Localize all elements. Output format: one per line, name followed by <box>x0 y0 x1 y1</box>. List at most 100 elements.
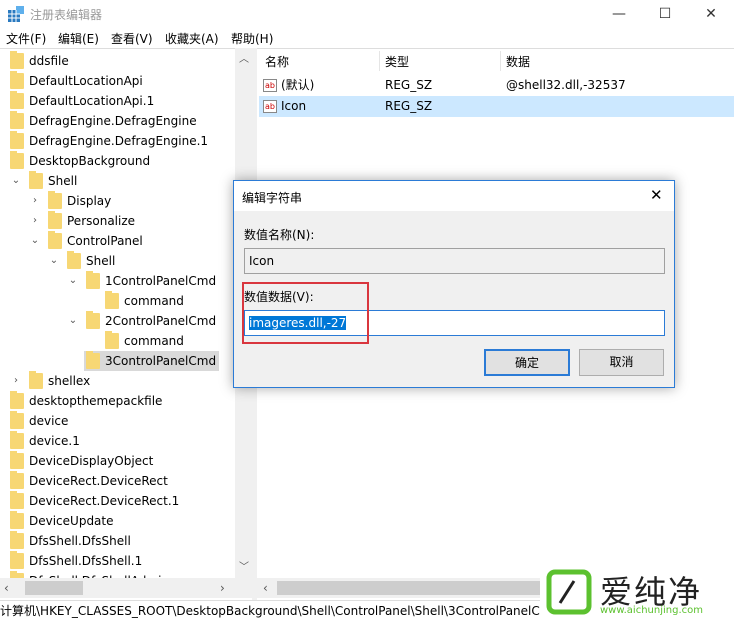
tree-item[interactable]: DeviceUpdate <box>8 511 117 531</box>
tree-item[interactable]: ddsfile <box>8 51 72 71</box>
tree-item-label: DfsShell.DfsShell.1 <box>29 554 143 568</box>
tree-item-label: 3ControlPanelCmd <box>105 354 217 368</box>
tree-item[interactable]: device.1 <box>8 431 83 451</box>
folder-icon <box>10 471 24 489</box>
watermark-logo-icon <box>546 569 592 615</box>
tree-item[interactable]: DefaultLocationApi.1 <box>8 91 157 111</box>
tree-item[interactable]: DfsShell.DfsShellAdmin <box>8 571 172 578</box>
maximize-button[interactable]: ☐ <box>642 0 688 28</box>
folder-icon <box>86 311 100 329</box>
scroll-up-icon[interactable]: ︿ <box>239 50 249 65</box>
tree-item-label: 2ControlPanelCmd <box>105 314 217 328</box>
folder-icon <box>29 171 43 189</box>
value-name-field[interactable]: Icon <box>244 248 665 274</box>
folder-icon <box>48 231 62 249</box>
menu-help[interactable]: 帮助(H) <box>231 30 273 47</box>
folder-icon <box>10 151 24 169</box>
column-header-data[interactable]: 数据 <box>506 52 530 72</box>
collapse-arrow-icon[interactable]: › <box>30 211 40 231</box>
menu-file[interactable]: 文件(F) <box>6 30 46 47</box>
tree-item-label: DefaultLocationApi <box>29 74 143 88</box>
tree-item[interactable]: ⌄ 1ControlPanelCmd <box>69 271 219 291</box>
folder-icon <box>10 411 24 429</box>
ok-button[interactable]: 确定 <box>484 349 570 376</box>
expand-arrow-icon[interactable]: ⌄ <box>30 231 40 251</box>
expand-arrow-icon[interactable]: ⌄ <box>11 171 21 191</box>
folder-icon <box>105 331 119 349</box>
value-row-selected[interactable]: ab Icon REG_SZ <box>259 96 734 117</box>
scroll-thumb[interactable] <box>25 581 83 595</box>
tree-item[interactable]: DefaultLocationApi <box>8 71 146 91</box>
tree-item-label: desktopthemepackfile <box>29 394 163 408</box>
tree-horizontal-scrollbar[interactable]: ‹ › <box>0 578 252 598</box>
tree-item[interactable]: DeviceDisplayObject <box>8 451 156 471</box>
expand-arrow-icon[interactable]: ⌄ <box>68 311 78 331</box>
tree-item-label: 1ControlPanelCmd <box>105 274 217 288</box>
scroll-left-icon[interactable]: ‹ <box>4 581 9 595</box>
folder-icon <box>29 371 43 389</box>
title-bar: 注册表编辑器 — ☐ ✕ <box>0 0 734 28</box>
expand-arrow-icon[interactable]: ⌄ <box>49 251 59 271</box>
folder-icon <box>10 131 24 149</box>
dialog-close-icon[interactable]: ✕ <box>650 186 663 204</box>
folder-icon <box>10 431 24 449</box>
tree-item[interactable]: › shellex <box>14 371 93 391</box>
close-button[interactable]: ✕ <box>688 0 734 28</box>
tree-item[interactable]: DefragEngine.DefragEngine.1 <box>8 131 211 151</box>
tree-item[interactable]: DeviceRect.DeviceRect.1 <box>8 491 182 511</box>
tree-item-label: DeviceRect.DeviceRect.1 <box>29 494 180 508</box>
scroll-left-icon[interactable]: ‹ <box>263 581 268 595</box>
value-type: REG_SZ <box>385 99 433 113</box>
folder-icon <box>105 291 119 309</box>
tree-item[interactable]: ⌄ Shell <box>12 171 80 191</box>
folder-icon <box>10 51 24 69</box>
value-data: @shell32.dll,-32537 <box>506 78 626 92</box>
column-header-type[interactable]: 类型 <box>385 52 409 72</box>
tree-item[interactable]: DfsShell.DfsShell.1 <box>8 551 145 571</box>
window-title: 注册表编辑器 <box>30 8 103 22</box>
scroll-thumb[interactable] <box>277 581 557 595</box>
folder-icon <box>48 191 62 209</box>
collapse-arrow-icon[interactable]: › <box>11 371 21 391</box>
folder-icon <box>10 491 24 509</box>
folder-icon <box>10 91 24 109</box>
cancel-button[interactable]: 取消 <box>579 349 664 376</box>
tree-item[interactable]: › Display <box>33 191 114 211</box>
tree-item[interactable]: DeviceRect.DeviceRect <box>8 471 171 491</box>
tree-item[interactable]: desktopthemepackfile <box>8 391 165 411</box>
collapse-arrow-icon[interactable]: › <box>30 191 40 211</box>
edit-string-dialog: 编辑字符串 ✕ 数值名称(N): Icon 数值数据(V): imageres.… <box>233 180 675 388</box>
scroll-down-icon[interactable]: ﹀ <box>239 558 249 573</box>
folder-icon <box>10 551 24 569</box>
tree-item-selected[interactable]: 3ControlPanelCmd <box>84 351 220 371</box>
menu-view[interactable]: 查看(V) <box>111 30 153 47</box>
tree-item[interactable]: › Personalize <box>33 211 138 231</box>
registry-tree[interactable]: ddsfile DefaultLocationApi DefaultLocation… <box>0 48 235 578</box>
folder-icon <box>48 211 62 229</box>
folder-icon <box>10 451 24 469</box>
tree-item[interactable]: DefragEngine.DefragEngine <box>8 111 200 131</box>
folder-icon <box>10 511 24 529</box>
expand-arrow-icon[interactable]: ⌄ <box>68 271 78 291</box>
menu-bar: 文件(F) 编辑(E) 查看(V) 收藏夹(A) 帮助(H) <box>0 28 734 48</box>
regedit-icon <box>8 6 24 22</box>
tree-item[interactable]: DesktopBackground <box>8 151 153 171</box>
tree-item[interactable]: command <box>103 331 187 351</box>
menu-edit[interactable]: 编辑(E) <box>58 30 99 47</box>
scroll-right-icon[interactable]: › <box>220 581 225 595</box>
value-row[interactable]: ab (默认) REG_SZ @shell32.dll,-32537 <box>259 75 734 96</box>
folder-icon <box>86 271 100 289</box>
tree-item[interactable]: device <box>8 411 71 431</box>
tree-item[interactable]: ⌄ ControlPanel <box>31 231 146 251</box>
column-header-name[interactable]: 名称 <box>265 52 289 72</box>
tree-item[interactable]: ⌄ Shell <box>50 251 118 271</box>
tree-item[interactable]: ⌄ 2ControlPanelCmd <box>69 311 219 331</box>
tree-item[interactable]: DfsShell.DfsShell <box>8 531 134 551</box>
folder-icon <box>10 391 24 409</box>
folder-icon <box>10 111 24 129</box>
tree-item[interactable]: command <box>103 291 187 311</box>
watermark-url: www.aichunjing.com <box>600 605 703 616</box>
value-name: Icon <box>281 99 307 113</box>
menu-favorites[interactable]: 收藏夹(A) <box>165 30 219 47</box>
minimize-button[interactable]: — <box>596 0 642 28</box>
